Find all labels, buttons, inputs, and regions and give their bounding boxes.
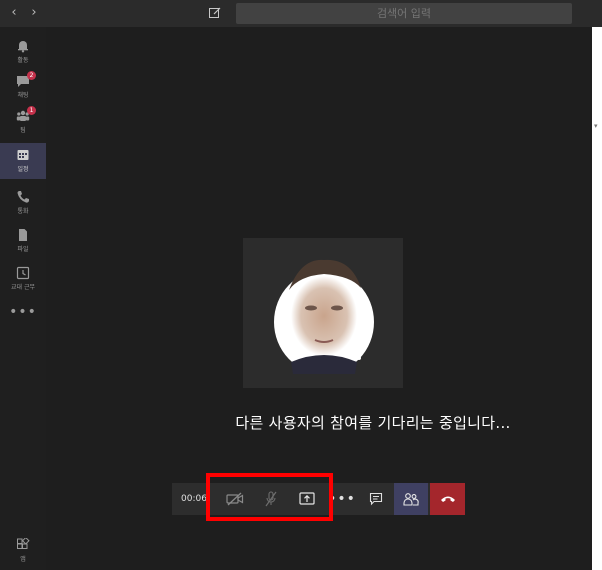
sidebar-item-chat[interactable]: 2 채팅 xyxy=(0,69,46,105)
waiting-message: 다른 사용자의 참여를 기다리는 중입니다... xyxy=(235,414,511,432)
shifts-icon xyxy=(16,266,30,280)
people-icon xyxy=(403,493,419,506)
sidebar-item-label: 채팅 xyxy=(17,92,29,99)
sidebar-item-apps[interactable]: 앱 xyxy=(0,533,46,569)
participant-tile xyxy=(243,238,403,388)
title-bar: ‹ › xyxy=(0,0,602,27)
search-input[interactable] xyxy=(236,3,572,24)
chat-toggle-button[interactable] xyxy=(360,483,392,515)
back-button[interactable]: ‹ xyxy=(6,5,22,21)
sidebar-item-label: 통화 xyxy=(17,208,29,215)
microphone-off-icon xyxy=(265,491,277,507)
sidebar-item-label: 교대 근무 xyxy=(11,284,35,291)
sidebar-item-activity[interactable]: 활동 xyxy=(0,34,46,70)
unread-badge: 1 xyxy=(27,106,36,115)
sidebar-item-label: 앱 xyxy=(20,556,26,563)
sidebar-item-label: 팀 xyxy=(20,127,26,134)
participant-avatar xyxy=(274,259,374,374)
call-controls-toolbar: 00:06 ••• xyxy=(172,483,465,515)
unread-badge: 2 xyxy=(27,71,36,80)
compose-icon[interactable] xyxy=(208,5,224,21)
more-apps-button[interactable]: ••• xyxy=(0,305,46,319)
conversation-icon xyxy=(369,492,383,506)
apps-icon xyxy=(17,538,30,549)
sidebar-item-teams[interactable]: 1 팀 xyxy=(0,104,46,140)
camera-off-icon xyxy=(226,492,244,506)
participants-button[interactable] xyxy=(394,483,428,515)
share-screen-icon xyxy=(299,492,315,505)
sidebar-item-calendar[interactable]: 일정 xyxy=(0,143,46,179)
hang-up-button[interactable] xyxy=(430,483,465,515)
sidebar-item-files[interactable]: 파일 xyxy=(0,223,46,259)
sidebar-item-shifts[interactable]: 교대 근무 xyxy=(0,261,46,297)
bell-icon xyxy=(18,41,28,53)
scroll-down-icon[interactable]: ▾ xyxy=(594,122,598,130)
camera-toggle-button[interactable] xyxy=(218,483,252,515)
sidebar-item-label: 파일 xyxy=(17,246,29,253)
phone-icon xyxy=(17,191,29,203)
call-timer: 00:06 xyxy=(181,494,207,504)
scrollbar-track[interactable] xyxy=(592,27,602,570)
mute-toggle-button[interactable] xyxy=(254,483,288,515)
forward-button[interactable]: › xyxy=(26,5,42,21)
app-bar: 활동 2 채팅 1 팀 일정 통화 파일 교대 근무 ••• 앱 xyxy=(0,27,46,570)
sidebar-item-label: 활동 xyxy=(17,57,29,64)
file-icon xyxy=(19,229,27,241)
share-screen-button[interactable] xyxy=(290,483,324,515)
more-actions-button[interactable]: ••• xyxy=(326,483,358,515)
calendar-icon xyxy=(17,150,29,160)
hang-up-icon xyxy=(440,496,455,502)
sidebar-item-calls[interactable]: 통화 xyxy=(0,185,46,221)
sidebar-item-label: 일정 xyxy=(17,166,29,173)
